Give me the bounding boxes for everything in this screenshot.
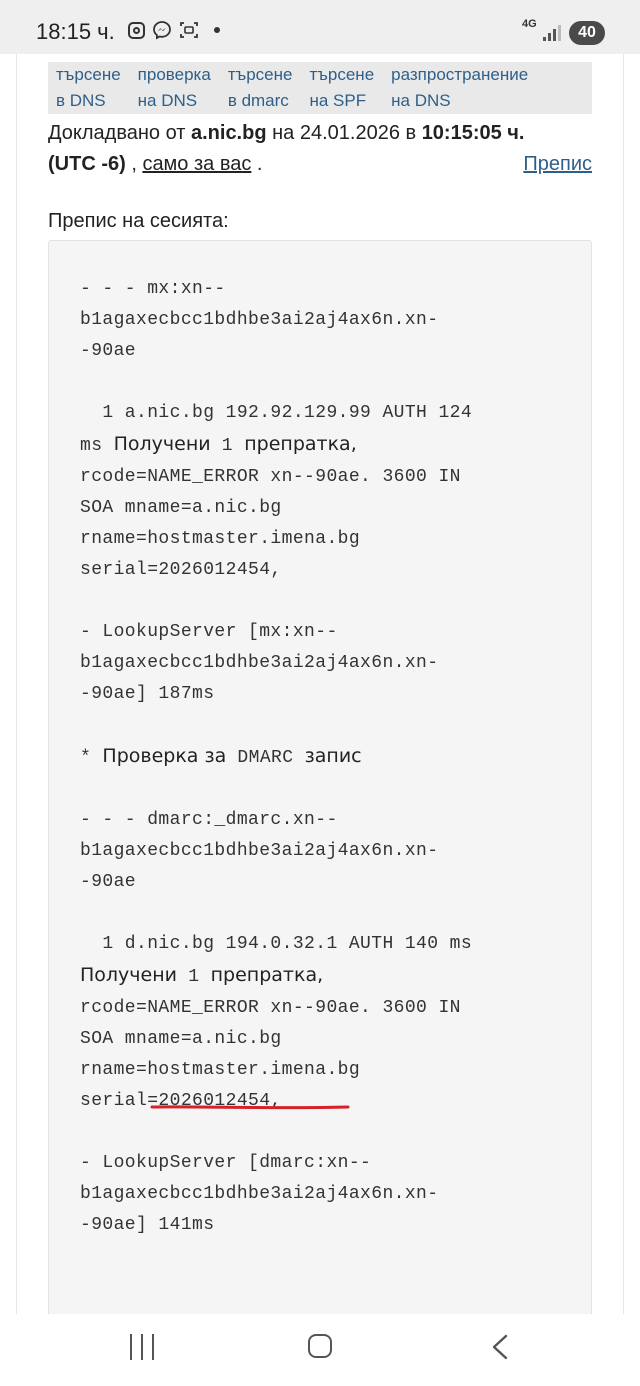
recent-apps-icon[interactable] [130, 1334, 154, 1360]
transcript-line: rcode=NAME_ERROR xn--90ae. 3600 IN [80, 467, 461, 487]
home-icon[interactable] [308, 1334, 332, 1358]
transcript-line: rname=hostmaster.imena.bg [80, 529, 361, 549]
transcript-line: - - - mx:xn-- [80, 279, 226, 299]
report-server: a.nic.bg [190, 122, 267, 144]
report-info: Докладвано от a.nic.bg на 24.01.2026 в 1… [48, 118, 592, 180]
transcript-text-segment: ms [80, 436, 114, 456]
only-for-you-link[interactable]: само за вас [142, 153, 251, 175]
transcript-line: -90ae] 141ms [80, 1215, 215, 1235]
instagram-icon [128, 21, 145, 39]
session-transcript-title: Препис на сесията: [48, 210, 229, 232]
screenshot-icon [180, 22, 198, 38]
report-timezone: (UTC -6) [48, 153, 126, 175]
transcript-line: b1agaxecbcc1bdhbe3ai2aj4ax6n.xn- [80, 653, 439, 673]
transcript-text-segment: Проверка за [102, 745, 227, 767]
transcript-text-segment: Получени [80, 964, 177, 986]
transcript-text-segment: DMARC [226, 748, 305, 768]
transcript-line: 1 d.nic.bg 194.0.32.1 AUTH 140 ms [80, 934, 473, 954]
signal-icon [543, 25, 561, 41]
transcript-link[interactable]: Препис [523, 149, 592, 180]
transcript-line: b1agaxecbcc1bdhbe3ai2aj4ax6n.xn- [80, 841, 439, 861]
transcript-line: -90ae [80, 872, 137, 892]
transcript-text-segment: запис [304, 745, 362, 767]
messenger-icon [153, 21, 171, 40]
link-dmarc-lookup[interactable]: търсене в dmarc [220, 62, 302, 114]
link-spf-lookup[interactable]: търсене на SPF [301, 62, 383, 114]
report-separator: , [125, 153, 143, 175]
transcript-line: - - - dmarc:_dmarc.xn-- [80, 810, 338, 830]
link-dns-lookup[interactable]: търсене в DNS [48, 62, 130, 114]
transcript-line: b1agaxecbcc1bdhbe3ai2aj4ax6n.xn- [80, 1184, 439, 1204]
link-dns-check[interactable]: проверка на DNS [130, 62, 220, 114]
tool-links-bar: търсене в DNS проверка на DNS търсене в … [48, 62, 592, 114]
back-icon[interactable] [490, 1334, 510, 1360]
network-type: 4G [522, 18, 537, 30]
report-date: на 24.01.2026 в [266, 122, 422, 144]
transcript-line: rname=hostmaster.imena.bg [80, 1060, 361, 1080]
dot-icon [214, 27, 220, 33]
transcript-text-segment: 1 [210, 436, 245, 456]
transcript-text-segment: Получени [113, 433, 211, 455]
status-notification-icons [128, 20, 220, 40]
battery-indicator: 40 [569, 21, 605, 45]
status-bar: 18:15 ч. 4G 40 [0, 0, 640, 54]
transcript-line: b1agaxecbcc1bdhbe3ai2aj4ax6n.xn- [80, 310, 439, 330]
transcript-line: serial=2026012454, [80, 560, 282, 580]
transcript-line: SOA mname=a.nic.bg [80, 1029, 282, 1049]
transcript-text-segment: * [80, 748, 103, 768]
report-prefix: Докладвано от [48, 122, 191, 144]
status-time: 18:15 ч. [36, 19, 115, 44]
transcript-text-segment: препратка, [244, 433, 357, 455]
transcript-line: - LookupServer [dmarc:xn-- [80, 1153, 372, 1173]
transcript-line: - LookupServer [mx:xn-- [80, 622, 338, 642]
transcript-text-segment: 1 [177, 967, 211, 987]
transcript-line: 1 a.nic.bg 192.92.129.99 AUTH 124 [80, 403, 473, 423]
transcript-line: -90ae] 187ms [80, 684, 215, 704]
transcript-line: -90ae [80, 341, 137, 361]
transcript-line: SOA mname=a.nic.bg [80, 498, 282, 518]
transcript-line: rcode=NAME_ERROR xn--90ae. 3600 IN [80, 998, 461, 1018]
link-dns-propagation[interactable]: разпространение на DNS [383, 62, 537, 114]
report-end: . [251, 153, 263, 175]
report-time: 10:15:05 ч. [421, 122, 525, 144]
transcript-text-segment: препратка, [210, 964, 324, 986]
transcript-code-block: - - - mx:xn-- b1agaxecbcc1bdhbe3ai2aj4ax… [48, 240, 592, 1320]
red-underline-annotation [150, 1105, 350, 1110]
transcript-text: - - - mx:xn-- b1agaxecbcc1bdhbe3ai2aj4ax… [80, 274, 570, 1241]
